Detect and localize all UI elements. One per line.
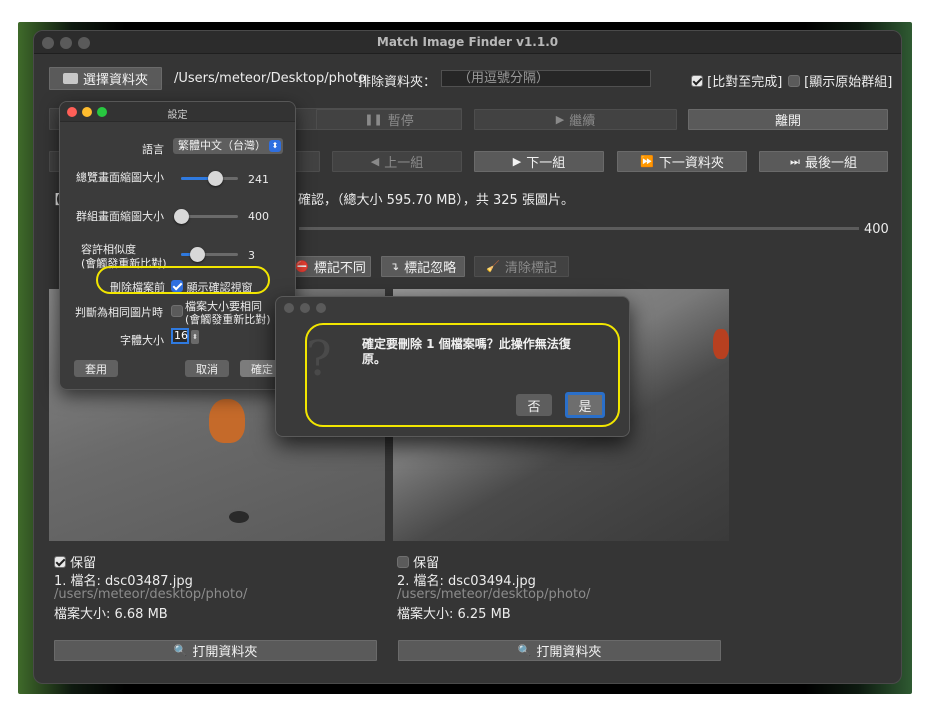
clear-marks-label: 清除標記 [504, 261, 557, 276]
magnifier-icon: 🔍 [517, 644, 532, 657]
show-original-groups-toggle[interactable]: [顯示原始群組] [788, 71, 892, 90]
same-image-label: 判斷為相同圖片時 [75, 306, 163, 319]
select-folder-button[interactable]: 選擇資料夾 [49, 67, 162, 90]
cancel-button[interactable]: 取消 [185, 360, 229, 377]
select-folder-label: 選擇資料夾 [82, 73, 148, 88]
prev-icon: ◀ [370, 155, 380, 168]
language-value: 繁體中文（台灣） [178, 139, 266, 152]
title-bar: Match Image Finder v1.1.0 [34, 31, 901, 54]
font-size-input[interactable]: 16 [171, 328, 189, 344]
mark-different-label: 標記不同 [313, 261, 366, 276]
exit-label: 離開 [774, 114, 801, 129]
overview-scale-knob[interactable] [208, 171, 224, 186]
debris-shape-1 [229, 511, 249, 523]
next-folder-label: 下一資料夾 [658, 156, 724, 171]
compare-complete-toggle[interactable]: [比對至完成] [691, 71, 782, 90]
similarity-value: 3 [248, 249, 255, 262]
keep-toggle-1[interactable]: 保留 [54, 552, 96, 571]
show-original-groups-checkbox[interactable] [788, 75, 800, 87]
window-title: Match Image Finder v1.1.0 [376, 35, 559, 49]
show-original-groups-label: [顯示原始群組] [804, 75, 893, 90]
prev-group-button[interactable]: ◀ 上一組 [332, 151, 462, 172]
highlight-confirm-dialog [305, 323, 620, 427]
continue-button[interactable]: ▶ 繼續 [474, 109, 677, 130]
keep-label-2: 保留 [413, 556, 440, 571]
group-scale-label: 群組畫面縮圖大小 [76, 210, 164, 223]
open-folder-label-2: 打開資料夾 [536, 645, 602, 660]
same-size-sublabel: (會觸發重新比對) [185, 313, 271, 326]
image-size-1: 檔案大小: 6.68 MB [54, 607, 168, 622]
image-size-2: 檔案大小: 6.25 MB [397, 607, 511, 622]
highlight-show-confirm [96, 266, 270, 294]
compare-complete-checkbox[interactable] [691, 75, 703, 87]
status-text: 確認，（總大小 595.70 MB），共 325 張圖片。 [298, 193, 574, 208]
dialog-close-button[interactable] [284, 303, 294, 313]
last-group-button[interactable]: ⏭ 最後一組 [759, 151, 888, 172]
folder-icon [62, 73, 78, 84]
last-group-label: 最後一組 [804, 156, 857, 171]
overview-scale-value: 241 [248, 173, 269, 186]
mark-ignore-label: 標記忽略 [404, 261, 457, 276]
language-label: 語言 [142, 143, 164, 156]
next-group-label: 下一組 [526, 156, 566, 171]
skip-last-icon: ⏭ [790, 154, 800, 168]
keep-checkbox-1[interactable] [54, 556, 66, 568]
group-scale-value: 400 [248, 210, 269, 223]
dialog-minimize-button[interactable] [300, 303, 310, 313]
threshold-value: 400 [864, 222, 889, 237]
keep-checkbox-2[interactable] [397, 556, 409, 568]
open-folder-label-1: 打開資料夾 [192, 645, 258, 660]
continue-label: 繼續 [569, 114, 596, 129]
mark-different-button[interactable]: ⛔ 標記不同 [290, 256, 371, 277]
similarity-slider[interactable] [181, 247, 238, 262]
font-size-stepper[interactable]: ⬍ [191, 330, 199, 344]
clear-marks-button[interactable]: 🧹 清除標記 [474, 256, 569, 277]
group-scale-knob[interactable] [174, 209, 189, 224]
next-group-button[interactable]: ▶ 下一組 [474, 151, 604, 172]
pause-icon: ❚❚ [364, 113, 383, 126]
ignore-arrow-icon: ↴ [389, 260, 400, 273]
exit-button[interactable]: 離開 [688, 109, 888, 130]
apply-button[interactable]: 套用 [74, 360, 118, 377]
dialog-zoom-button[interactable] [316, 303, 326, 313]
exclude-folder-input[interactable]: （用逗號分隔） [441, 70, 651, 87]
image-path-2[interactable]: /users/meteor/desktop/photo/ [397, 587, 590, 602]
fast-forward-icon: ⏩ [640, 155, 654, 168]
open-folder-button-2[interactable]: 🔍 打開資料夾 [398, 640, 721, 661]
pause-label: 暫停 [387, 114, 414, 129]
exclude-label: 排除資料夾： [358, 75, 437, 90]
no-entry-icon: ⛔ [295, 260, 309, 273]
beetle-shape-2 [713, 329, 729, 359]
settings-panel: 設定 語言 繁體中文（台灣） ⬍ 總覽畫面縮圖大小 241 群組畫面縮圖大小 4… [59, 101, 296, 390]
next-icon: ▶ [512, 155, 522, 168]
group-scale-slider[interactable] [174, 209, 238, 224]
settings-title-bar: 設定 [60, 102, 295, 122]
overview-scale-slider[interactable] [181, 171, 238, 186]
threshold-slider-track[interactable] [299, 227, 859, 230]
compare-complete-label: [比對至完成] [707, 75, 783, 90]
mark-ignore-button[interactable]: ↴ 標記忽略 [381, 256, 465, 277]
play-icon: ▶ [555, 113, 565, 126]
open-folder-button-1[interactable]: 🔍 打開資料夾 [54, 640, 377, 661]
keep-toggle-2[interactable]: 保留 [397, 552, 439, 571]
folder-path: /Users/meteor/Desktop/photo [174, 71, 367, 86]
magnifier-icon: 🔍 [173, 644, 188, 657]
overview-scale-label: 總覽畫面縮圖大小 [76, 171, 164, 184]
prev-group-label: 上一組 [384, 156, 424, 171]
similarity-knob[interactable] [189, 247, 205, 262]
same-size-checkbox[interactable] [171, 305, 183, 317]
select-chevron-icon: ⬍ [269, 140, 281, 152]
next-folder-button[interactable]: ⏩ 下一資料夾 [617, 151, 747, 172]
pause-button[interactable]: ❚❚ 暫停 [316, 109, 462, 130]
language-select[interactable]: 繁體中文（台灣） ⬍ [173, 138, 283, 154]
settings-title: 設定 [167, 110, 188, 121]
image-path-1[interactable]: /users/meteor/desktop/photo/ [54, 587, 247, 602]
keep-label-1: 保留 [70, 556, 97, 571]
font-size-label: 字體大小 [120, 334, 164, 347]
beetle-shape-1 [209, 399, 245, 443]
broom-icon: 🧹 [486, 260, 500, 273]
